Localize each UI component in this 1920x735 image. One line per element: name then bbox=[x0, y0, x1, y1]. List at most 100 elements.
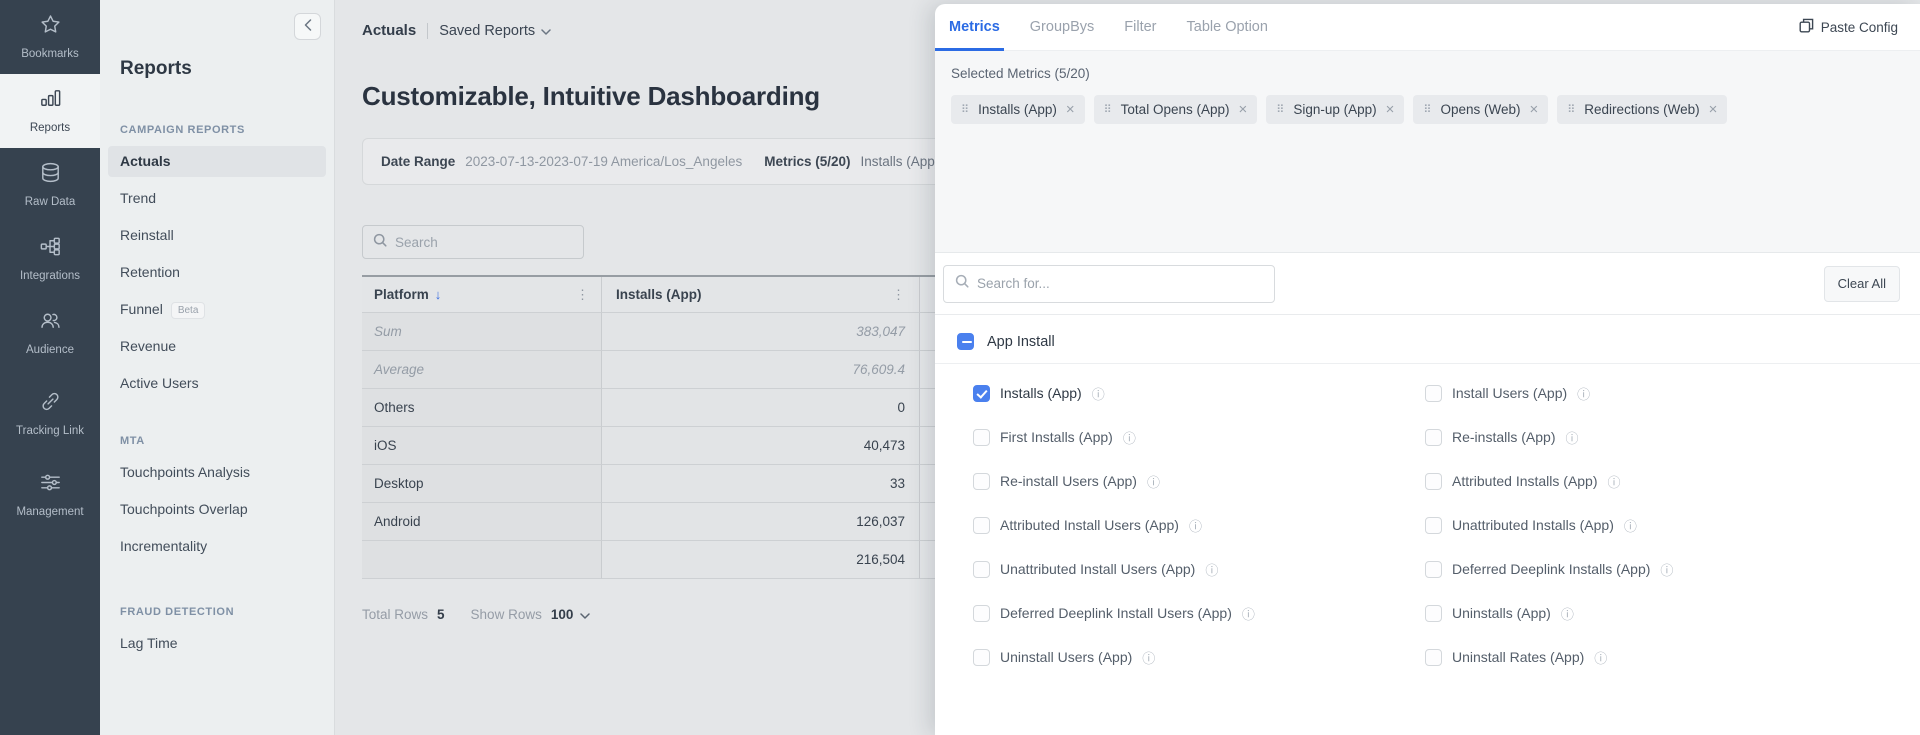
table-row[interactable]: 216,504 bbox=[362, 541, 940, 579]
metric-option[interactable]: Deferred Deeplink Installs (App) ⓘ bbox=[1425, 547, 1920, 591]
sidebar-item-active-users[interactable]: Active Users bbox=[108, 368, 326, 399]
metric-option[interactable]: Attributed Install Users (App) ⓘ bbox=[973, 503, 1425, 547]
info-icon[interactable]: ⓘ bbox=[1565, 428, 1578, 447]
tab-filter[interactable]: Filter bbox=[1124, 4, 1156, 50]
sidebar-item-lag-time[interactable]: Lag Time bbox=[108, 628, 326, 659]
info-icon[interactable]: ⓘ bbox=[1123, 428, 1136, 447]
info-icon[interactable]: ⓘ bbox=[1142, 648, 1155, 667]
checkbox[interactable] bbox=[1425, 473, 1442, 490]
show-rows-select[interactable]: 100 bbox=[551, 607, 574, 622]
info-icon[interactable]: ⓘ bbox=[1660, 560, 1673, 579]
sidebar-item-incrementality[interactable]: Incrementality bbox=[108, 531, 326, 562]
rail-item-management[interactable]: Management bbox=[0, 458, 100, 532]
metric-chip[interactable]: ⠿ Installs (App) × bbox=[951, 95, 1085, 124]
checkbox[interactable] bbox=[1425, 429, 1442, 446]
sidebar-item-retention[interactable]: Retention bbox=[108, 257, 326, 288]
table-row[interactable]: Average 76,609.4 bbox=[362, 351, 940, 389]
checkbox[interactable] bbox=[1425, 605, 1442, 622]
rail-item-bookmarks[interactable]: Bookmarks bbox=[0, 0, 100, 74]
checkbox-checked[interactable] bbox=[973, 385, 990, 402]
info-icon[interactable]: ⓘ bbox=[1608, 472, 1621, 491]
checkbox[interactable] bbox=[1425, 517, 1442, 534]
metric-chip[interactable]: ⠿ Opens (Web) × bbox=[1413, 95, 1548, 124]
drag-handle-icon[interactable]: ⠿ bbox=[1104, 103, 1112, 116]
tab-metrics[interactable]: Metrics bbox=[949, 4, 1000, 50]
sidebar-item-actuals[interactable]: Actuals bbox=[108, 146, 326, 177]
sidebar-collapse-button[interactable] bbox=[294, 13, 321, 40]
chevron-down-icon[interactable] bbox=[580, 607, 590, 622]
metric-option[interactable]: Uninstall Rates (App) ⓘ bbox=[1425, 635, 1920, 679]
table-search-input[interactable] bbox=[395, 235, 573, 250]
sidebar-item-touchpoints-overlap[interactable]: Touchpoints Overlap bbox=[108, 494, 326, 525]
info-icon[interactable]: ⓘ bbox=[1092, 384, 1105, 403]
metric-option[interactable]: Uninstall Users (App) ⓘ bbox=[973, 635, 1425, 679]
remove-chip-icon[interactable]: × bbox=[1386, 102, 1395, 117]
column-header-platform[interactable]: Platform ↓ ⋮ bbox=[362, 277, 602, 313]
checkbox[interactable] bbox=[1425, 385, 1442, 402]
drag-handle-icon[interactable]: ⠿ bbox=[1276, 103, 1284, 116]
sidebar-item-touchpoints-analysis[interactable]: Touchpoints Analysis bbox=[108, 457, 326, 488]
tab-groupbys[interactable]: GroupBys bbox=[1030, 4, 1094, 50]
remove-chip-icon[interactable]: × bbox=[1066, 102, 1075, 117]
rail-item-tracking-link[interactable]: Tracking Link bbox=[0, 370, 100, 458]
table-row[interactable]: Sum 383,047 bbox=[362, 313, 940, 351]
drag-handle-icon[interactable]: ⠿ bbox=[1423, 103, 1431, 116]
metric-chip[interactable]: ⠿ Sign-up (App) × bbox=[1266, 95, 1404, 124]
metric-option[interactable]: Attributed Installs (App) ⓘ bbox=[1425, 459, 1920, 503]
saved-reports-dropdown[interactable]: Saved Reports bbox=[439, 23, 551, 39]
checkbox[interactable] bbox=[973, 473, 990, 490]
info-icon[interactable]: ⓘ bbox=[1624, 516, 1637, 535]
info-icon[interactable]: ⓘ bbox=[1205, 560, 1218, 579]
sidebar-item-reinstall[interactable]: Reinstall bbox=[108, 220, 326, 251]
checkbox[interactable] bbox=[1425, 561, 1442, 578]
info-icon[interactable]: ⓘ bbox=[1147, 472, 1160, 491]
clear-all-button[interactable]: Clear All bbox=[1824, 266, 1900, 302]
group-checkbox-indeterminate[interactable] bbox=[957, 333, 974, 350]
column-menu-icon[interactable]: ⋮ bbox=[882, 287, 905, 303]
info-icon[interactable]: ⓘ bbox=[1189, 516, 1202, 535]
checkbox[interactable] bbox=[973, 517, 990, 534]
table-row[interactable]: iOS 40,473 bbox=[362, 427, 940, 465]
metric-option[interactable]: Re-installs (App) ⓘ bbox=[1425, 415, 1920, 459]
metric-chip[interactable]: ⠿ Total Opens (App) × bbox=[1094, 95, 1258, 124]
info-icon[interactable]: ⓘ bbox=[1594, 648, 1607, 667]
rail-item-audience[interactable]: Audience bbox=[0, 296, 100, 370]
metric-chip[interactable]: ⠿ Redirections (Web) × bbox=[1557, 95, 1727, 124]
metric-option[interactable]: Uninstalls (App) ⓘ bbox=[1425, 591, 1920, 635]
metric-option[interactable]: Deferred Deeplink Install Users (App) ⓘ bbox=[973, 591, 1425, 635]
metric-option[interactable]: Re-install Users (App) ⓘ bbox=[973, 459, 1425, 503]
metric-option[interactable]: Unattributed Install Users (App) ⓘ bbox=[973, 547, 1425, 591]
table-row[interactable]: Desktop 33 bbox=[362, 465, 940, 503]
paste-config-button[interactable]: Paste Config bbox=[1799, 18, 1898, 36]
metric-option[interactable]: Install Users (App) ⓘ bbox=[1425, 371, 1920, 415]
checkbox[interactable] bbox=[1425, 649, 1442, 666]
sidebar-item-trend[interactable]: Trend bbox=[108, 183, 326, 214]
rail-item-raw-data[interactable]: Raw Data bbox=[0, 148, 100, 222]
group-app-install[interactable]: App Install bbox=[935, 333, 1920, 350]
metrics-search-box[interactable] bbox=[943, 265, 1275, 303]
checkbox[interactable] bbox=[973, 429, 990, 446]
info-icon[interactable]: ⓘ bbox=[1577, 384, 1590, 403]
table-row[interactable]: Android 126,037 bbox=[362, 503, 940, 541]
metric-option[interactable]: First Installs (App) ⓘ bbox=[973, 415, 1425, 459]
column-header-installs[interactable]: Installs (App) ⋮ bbox=[602, 277, 920, 313]
metric-option[interactable]: Unattributed Installs (App) ⓘ bbox=[1425, 503, 1920, 547]
remove-chip-icon[interactable]: × bbox=[1529, 102, 1538, 117]
rail-item-reports[interactable]: Reports bbox=[0, 74, 100, 148]
sidebar-item-funnel[interactable]: FunnelBeta bbox=[108, 294, 326, 325]
metric-option[interactable]: Installs (App) ⓘ bbox=[973, 371, 1425, 415]
table-row[interactable]: Others 0 bbox=[362, 389, 940, 427]
metrics-search-input[interactable] bbox=[977, 276, 1263, 291]
checkbox[interactable] bbox=[973, 605, 990, 622]
remove-chip-icon[interactable]: × bbox=[1238, 102, 1247, 117]
drag-handle-icon[interactable]: ⠿ bbox=[1567, 103, 1575, 116]
sidebar-item-revenue[interactable]: Revenue bbox=[108, 331, 326, 362]
info-icon[interactable]: ⓘ bbox=[1242, 604, 1255, 623]
drag-handle-icon[interactable]: ⠿ bbox=[961, 103, 969, 116]
tab-table-option[interactable]: Table Option bbox=[1187, 4, 1268, 50]
table-search-box[interactable] bbox=[362, 225, 584, 259]
info-icon[interactable]: ⓘ bbox=[1561, 604, 1574, 623]
checkbox[interactable] bbox=[973, 561, 990, 578]
remove-chip-icon[interactable]: × bbox=[1709, 102, 1718, 117]
column-menu-icon[interactable]: ⋮ bbox=[566, 287, 589, 303]
